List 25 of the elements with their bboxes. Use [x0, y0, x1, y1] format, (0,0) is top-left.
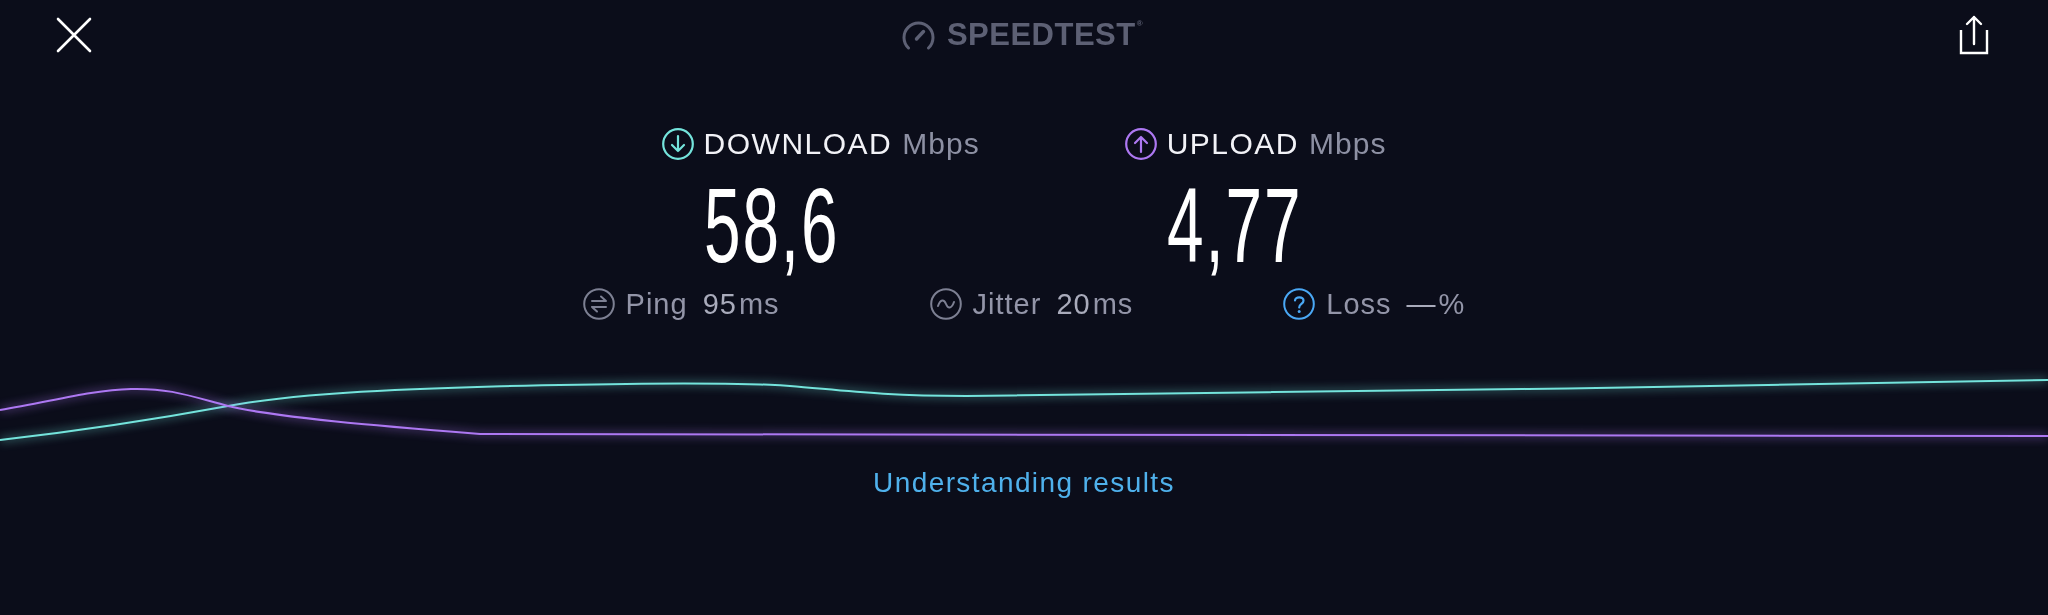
stat-value: 20: [1056, 287, 1091, 322]
metric-unit: Mbps: [1309, 126, 1387, 162]
stat-unit: ms: [738, 287, 780, 322]
close-button[interactable]: [56, 17, 92, 53]
understanding-results-link[interactable]: Understanding results: [873, 466, 1175, 500]
wave-icon: [929, 288, 962, 320]
share-button[interactable]: [1959, 15, 1989, 55]
stat-label: Loss: [1326, 287, 1392, 322]
logo-text: SPEEDTEST$^{®}$: [946, 17, 1144, 53]
stat-unit: ms: [1092, 287, 1134, 322]
gauge-icon: [901, 20, 935, 50]
metric-unit: Mbps: [902, 126, 980, 162]
metric-label: DOWNLOAD: [703, 126, 893, 162]
stat-value: —: [1406, 287, 1437, 322]
swap-arrows-icon: [582, 288, 615, 320]
stat-label: Ping: [625, 287, 688, 322]
metric-label: UPLOAD: [1166, 126, 1300, 162]
help-icon[interactable]: [1283, 288, 1316, 320]
close-icon: [56, 17, 92, 53]
speed-value: 4,77: [1166, 168, 1302, 282]
stat-label: Jitter: [972, 287, 1042, 322]
stat-value: 95: [702, 287, 737, 322]
speed-value: 58,6: [703, 168, 839, 282]
stat-unit: %: [1438, 287, 1466, 322]
share-icon: [1959, 15, 1989, 55]
